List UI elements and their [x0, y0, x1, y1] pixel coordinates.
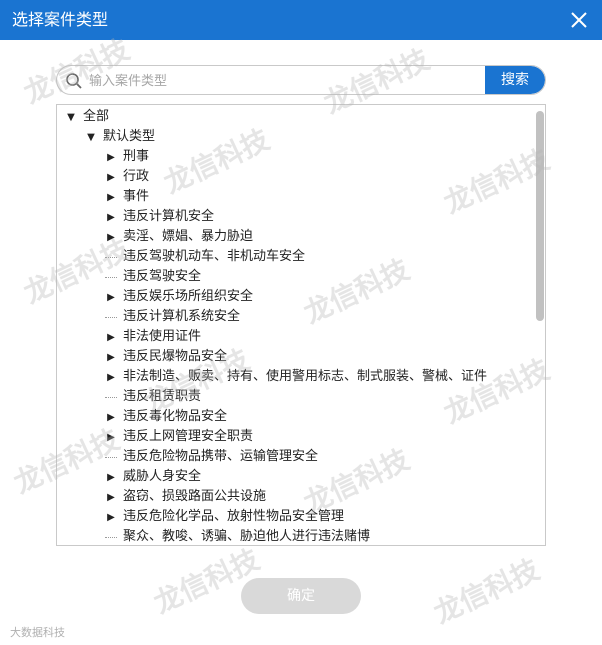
collapse-arrow-icon[interactable]: ▼: [83, 128, 99, 148]
expand-arrow-icon[interactable]: ▶: [103, 188, 119, 208]
tree-node[interactable]: ▼ 默认类型: [83, 127, 155, 147]
search-icon: [65, 72, 83, 90]
tree-node-label[interactable]: 违反危险化学品、放射性物品安全管理: [123, 509, 344, 524]
tree-node-label[interactable]: 违反毒化物品安全: [123, 409, 227, 424]
search-input[interactable]: [87, 66, 491, 94]
tree-node-label[interactable]: 违反租赁职责: [123, 389, 201, 404]
tree-node[interactable]: 违反驾驶机动车、非机动车安全: [103, 247, 305, 267]
expand-arrow-icon[interactable]: ▶: [103, 228, 119, 248]
tree-connector-line: [105, 307, 117, 318]
expand-arrow-icon[interactable]: ▶: [103, 328, 119, 348]
tree-node[interactable]: ▶ 违反计算机安全: [103, 207, 214, 227]
tree-node-label[interactable]: 违反上网管理安全职责: [123, 429, 253, 444]
tree-node-label[interactable]: 违反计算机安全: [123, 209, 214, 224]
tree-node-label[interactable]: 违反危险物品携带、运输管理安全: [123, 449, 318, 464]
tree-node-label[interactable]: 违反驾驶机动车、非机动车安全: [123, 249, 305, 264]
expand-arrow-icon[interactable]: ▶: [103, 508, 119, 528]
tree-connector-line: [105, 527, 117, 538]
tree-connector-line: [105, 387, 117, 398]
tree-connector-line: [105, 447, 117, 458]
expand-arrow-icon[interactable]: ▶: [103, 148, 119, 168]
tree-node[interactable]: ▶ 违反危险化学品、放射性物品安全管理: [103, 507, 344, 527]
tree-scrollbar[interactable]: [536, 111, 544, 321]
tree-node[interactable]: ▶ 盗窃、损毁路面公共设施: [103, 487, 266, 507]
tree-node-label[interactable]: 违反计算机系统安全: [123, 309, 240, 324]
expand-arrow-icon[interactable]: ▶: [103, 168, 119, 188]
case-type-tree: ▼ 全部 ▼ 默认类型 ▶ 刑事 ▶ 行政 ▶ 事件 ▶ 违反计算机安全 ▶ 卖淫、嫖娼、暴力胁迫 违反驾驶…: [56, 104, 546, 546]
search-bar: 搜索: [56, 65, 546, 95]
tree-connector-line: [105, 267, 117, 278]
tree-node[interactable]: ▶ 卖淫、嫖娼、暴力胁迫: [103, 227, 253, 247]
tree-node-label[interactable]: 违反民爆物品安全: [123, 349, 227, 364]
tree-node-label[interactable]: 事件: [123, 189, 149, 204]
tree-node[interactable]: ▶ 违反娱乐场所组织安全: [103, 287, 253, 307]
tree-node[interactable]: 聚众、教唆、诱骗、胁迫他人进行违法赌博: [103, 527, 370, 545]
tree-node-label[interactable]: 威胁人身安全: [123, 469, 201, 484]
tree-node-label[interactable]: 违反娱乐场所组织安全: [123, 289, 253, 304]
expand-arrow-icon[interactable]: ▶: [103, 368, 119, 388]
expand-arrow-icon[interactable]: ▶: [103, 488, 119, 508]
dialog-title: 选择案件类型: [12, 10, 109, 29]
tree-node[interactable]: ▶ 行政: [103, 167, 149, 187]
expand-arrow-icon[interactable]: ▶: [103, 208, 119, 228]
collapse-arrow-icon[interactable]: ▼: [63, 108, 79, 128]
search-button[interactable]: 搜索: [485, 66, 545, 94]
tree-node-label[interactable]: 违反驾驶安全: [123, 269, 201, 284]
watermark: 龙信科技: [428, 552, 545, 630]
tree-node[interactable]: ▶ 刑事: [103, 147, 149, 167]
tree-node-label[interactable]: 刑事: [123, 149, 149, 164]
close-icon[interactable]: [566, 7, 592, 33]
tree-node-label[interactable]: 默认类型: [103, 129, 155, 144]
confirm-button[interactable]: 确定: [241, 578, 361, 614]
tree-node[interactable]: ▶ 违反毒化物品安全: [103, 407, 227, 427]
tree-node[interactable]: 违反驾驶安全: [103, 267, 201, 287]
tree-node-label[interactable]: 盗窃、损毁路面公共设施: [123, 489, 266, 504]
expand-arrow-icon[interactable]: ▶: [103, 348, 119, 368]
tree-node-label[interactable]: 全部: [83, 109, 109, 124]
expand-arrow-icon[interactable]: ▶: [103, 428, 119, 448]
tree-node[interactable]: 违反计算机系统安全: [103, 307, 240, 327]
expand-arrow-icon[interactable]: ▶: [103, 408, 119, 428]
tree-node[interactable]: ▶ 违反民爆物品安全: [103, 347, 227, 367]
tree-connector-line: [105, 247, 117, 258]
tree-node-label[interactable]: 卖淫、嫖娼、暴力胁迫: [123, 229, 253, 244]
tree-node-label[interactable]: 聚众、教唆、诱骗、胁迫他人进行违法赌博: [123, 529, 370, 544]
tree-node[interactable]: ▶ 非法制造、贩卖、持有、使用警用标志、制式服装、警械、证件: [103, 367, 487, 387]
tree-node-label[interactable]: 行政: [123, 169, 149, 184]
tree-node[interactable]: 违反租赁职责: [103, 387, 201, 407]
tree-node[interactable]: ▶ 事件: [103, 187, 149, 207]
tree-node[interactable]: 违反危险物品携带、运输管理安全: [103, 447, 318, 467]
tree-node[interactable]: ▶ 威胁人身安全: [103, 467, 201, 487]
tree-node-label[interactable]: 非法制造、贩卖、持有、使用警用标志、制式服装、警械、证件: [123, 369, 487, 384]
tree-node[interactable]: ▶ 违反上网管理安全职责: [103, 427, 253, 447]
source-watermark: 大数据科技: [10, 626, 65, 639]
expand-arrow-icon[interactable]: ▶: [103, 288, 119, 308]
select-case-type-dialog: 选择案件类型 搜索 ▼ 全部 ▼ 默认类型 ▶ 刑事 ▶ 行政 ▶ 事件 ▶ 违反计算机安全 ▶ 卖淫、嫖…: [0, 0, 602, 645]
tree-node[interactable]: ▶ 非法使用证件: [103, 327, 201, 347]
tree-node[interactable]: ▼ 全部: [63, 107, 109, 127]
tree-node-label[interactable]: 非法使用证件: [123, 329, 201, 344]
expand-arrow-icon[interactable]: ▶: [103, 468, 119, 488]
dialog-titlebar: 选择案件类型: [0, 0, 602, 40]
